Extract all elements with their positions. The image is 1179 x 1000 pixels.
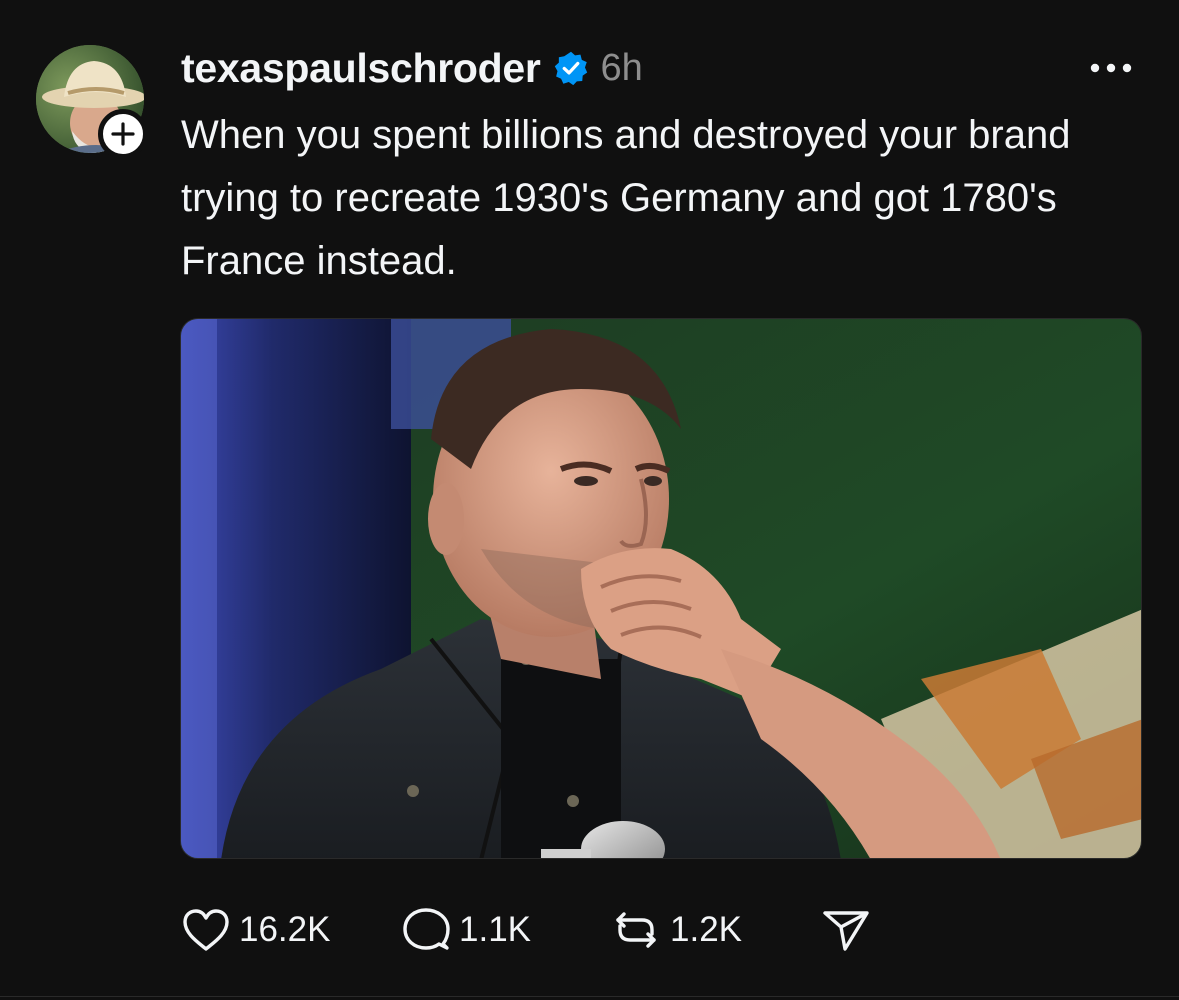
like-button[interactable]: 16.2K <box>181 907 401 953</box>
repost-icon <box>616 912 656 948</box>
heart-icon <box>183 909 229 951</box>
post-image[interactable] <box>180 318 1142 859</box>
share-button[interactable] <box>821 907 881 953</box>
follow-button[interactable] <box>98 109 148 159</box>
post-actions: 16.2K 1.1K 1.2K <box>181 902 881 958</box>
send-icon <box>823 911 869 951</box>
post-header: texaspaulschroder 6h <box>181 42 643 94</box>
post-caption: When you spent billions and destroyed yo… <box>181 113 1071 283</box>
verified-badge-icon <box>553 50 589 86</box>
threads-post: texaspaulschroder 6h When you spent bill… <box>0 0 1179 1000</box>
man-hand-on-chin-photo <box>181 319 1141 858</box>
author-username[interactable]: texaspaulschroder <box>181 45 541 92</box>
reply-count: 1.1K <box>459 910 531 949</box>
more-options-button[interactable] <box>1089 58 1133 78</box>
reply-button[interactable]: 1.1K <box>401 906 610 954</box>
post-timestamp: 6h <box>600 46 643 89</box>
repost-count: 1.2K <box>670 910 742 949</box>
post-divider <box>0 996 1179 997</box>
ellipsis-icon <box>1090 63 1132 73</box>
repost-button[interactable]: 1.2K <box>610 906 821 954</box>
comment-icon <box>403 908 450 950</box>
author-avatar-container <box>36 45 148 159</box>
like-count: 16.2K <box>239 910 331 949</box>
plus-icon <box>111 122 135 146</box>
